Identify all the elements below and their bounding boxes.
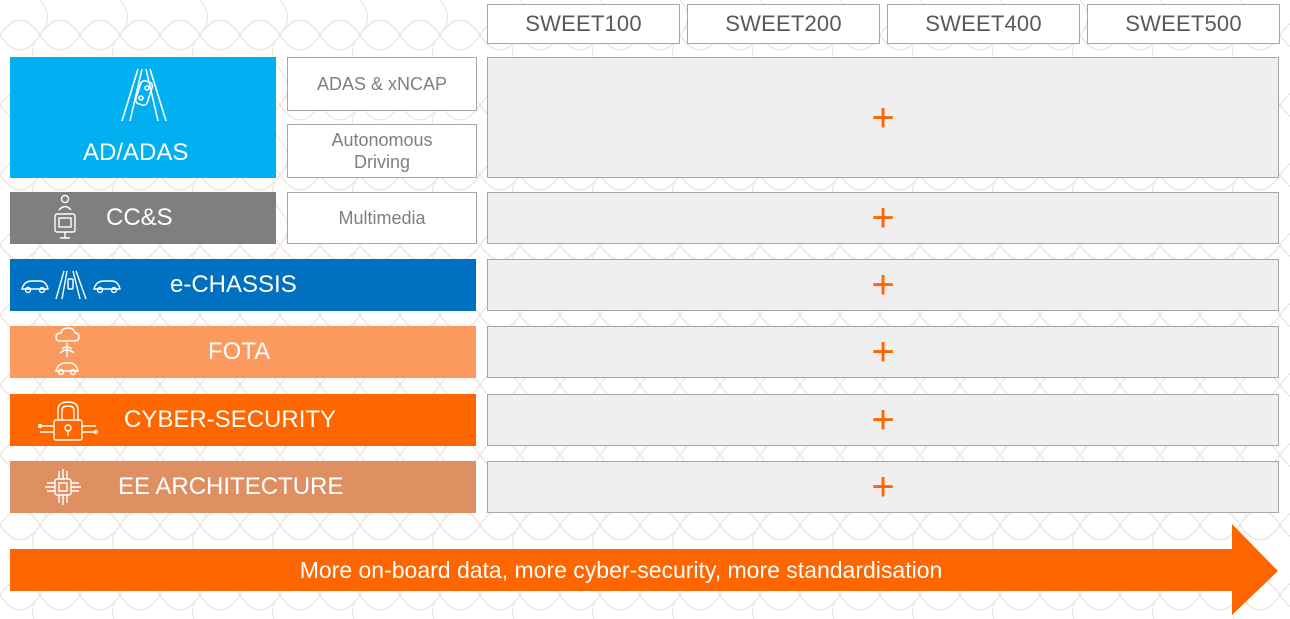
road-car-icon [116, 67, 172, 123]
chip-icon [43, 467, 83, 507]
connected-person-icon [50, 194, 80, 242]
category-label: CYBER-SECURITY [124, 406, 337, 433]
column-header-sweet400: SWEET400 [887, 4, 1080, 44]
category-label: e-CHASSIS [170, 271, 297, 298]
subcategory-adas-xncap: ADAS & xNCAP [287, 57, 477, 111]
sweet-cell-ad-adas: + [487, 57, 1279, 178]
cloud-car-icon [52, 327, 82, 377]
column-header-sweet500: SWEET500 [1087, 4, 1280, 44]
category-e-chassis: e-CHASSIS [10, 259, 476, 311]
category-label: AD/ADAS [83, 139, 189, 166]
category-label: CC&S [106, 204, 173, 231]
plus-icon: + [871, 465, 895, 509]
cars-road-icon [20, 269, 124, 301]
arrow-caption: More on-board data, more cyber-security,… [299, 556, 943, 583]
plus-icon: + [871, 263, 895, 307]
sweet-cell-e-chassis: + [487, 259, 1279, 311]
subcategory-autonomous-driving: Autonomous Driving [287, 124, 477, 178]
column-header-sweet100: SWEET100 [487, 4, 680, 44]
category-ad-adas: AD/ADAS [10, 57, 276, 178]
category-cyber-security: CYBER-SECURITY [10, 394, 476, 446]
sweet-cell-ccs: + [487, 192, 1279, 244]
subcategory-label: Autonomous Driving [331, 130, 433, 172]
sweet-cell-cyber-security: + [487, 394, 1279, 446]
column-header-sweet200: SWEET200 [687, 4, 880, 44]
plus-icon: + [871, 95, 895, 140]
padlock-circuit-icon [38, 400, 98, 442]
category-ccs: CC&S [10, 192, 276, 244]
category-label: EE ARCHITECTURE [118, 473, 344, 500]
plus-icon: + [871, 330, 895, 374]
sweet-cell-ee-architecture: + [487, 461, 1279, 513]
plus-icon: + [871, 196, 895, 240]
plus-icon: + [871, 398, 895, 442]
category-ee-architecture: EE ARCHITECTURE [10, 461, 476, 513]
subcategory-multimedia: Multimedia [287, 192, 477, 244]
sweet-cell-fota: + [487, 326, 1279, 378]
category-label: FOTA [208, 338, 271, 365]
category-fota: FOTA [10, 326, 476, 378]
